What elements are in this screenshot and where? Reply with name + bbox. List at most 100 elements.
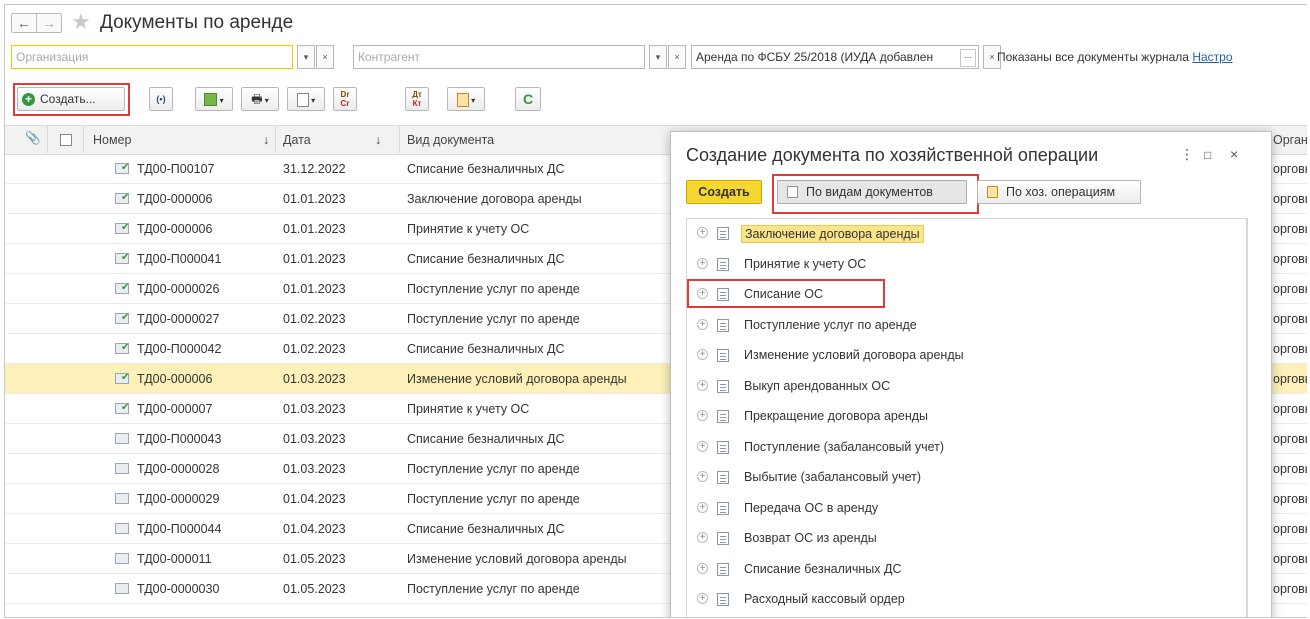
column-document-type[interactable]: Вид документа	[407, 133, 494, 147]
chevron-down-icon: ▾	[308, 96, 316, 105]
chevron-down-icon: ▾	[468, 96, 476, 105]
row-number: ТД00-0000028	[137, 462, 220, 476]
row-organization: орговы	[1273, 312, 1307, 326]
row-date: 01.04.2023	[283, 522, 346, 536]
list-item[interactable]: + Выбытие (забалансовый учет)	[687, 463, 1247, 494]
expand-icon[interactable]: +	[697, 379, 708, 391]
row-number: ТД00-0000029	[137, 492, 220, 506]
maximize-icon[interactable]: □	[1204, 148, 1211, 162]
row-organization: орговы	[1273, 582, 1307, 596]
column-date[interactable]: Дата	[283, 133, 311, 147]
document-icon	[115, 463, 129, 474]
list-item[interactable]: + Принятие к учету ОС	[687, 250, 1247, 281]
list-item[interactable]: + Заключение договора аренды	[687, 219, 1247, 250]
expand-icon[interactable]: +	[697, 593, 708, 604]
reports-button[interactable]: ▾	[287, 87, 325, 111]
create-button[interactable]: + Создать...	[17, 87, 125, 111]
row-number: ТД00-П000043	[137, 432, 222, 446]
expand-icon[interactable]: +	[697, 349, 708, 360]
document-icon	[115, 523, 129, 534]
forward-button[interactable]: →	[36, 13, 62, 33]
row-organization: орговы	[1273, 192, 1307, 206]
dt-kt-button[interactable]: Дт Кт	[405, 87, 429, 111]
lease-type-more-button[interactable]: ...	[960, 49, 976, 67]
list-item[interactable]: + Изменение условий договора аренды	[687, 341, 1247, 372]
row-organization: орговы	[1273, 402, 1307, 416]
expand-icon[interactable]: +	[697, 562, 708, 574]
document-icon	[115, 583, 129, 594]
posted-document-icon	[115, 162, 129, 174]
favorite-star-icon[interactable]: ★	[71, 9, 91, 35]
by-operation-button[interactable]: По хоз. операциям	[977, 180, 1141, 204]
row-document-type: Поступление услуг по аренде	[407, 462, 580, 476]
expand-icon[interactable]: +	[697, 440, 708, 452]
attach-document-button[interactable]: ▾	[447, 87, 485, 111]
by-document-kind-label: По видам документов	[806, 185, 933, 199]
lease-type-field[interactable]: Аренда по ФСБУ 25/2018 (ИУДА добавлен ..…	[691, 45, 979, 69]
counterparty-clear-button[interactable]: ×	[668, 45, 686, 69]
column-organization[interactable]: Органи	[1273, 133, 1307, 147]
more-menu-icon[interactable]: ⋮	[1180, 146, 1194, 163]
row-document-type: Поступление услуг по аренде	[407, 282, 580, 296]
list-item[interactable]: + Списание безналичных ДС	[687, 555, 1247, 586]
list-item-label: Выбытие (забалансовый учет)	[744, 470, 922, 484]
counterparty-placeholder: Контрагент	[358, 50, 421, 64]
dt-ct-button[interactable]: Dr Cr	[333, 87, 357, 111]
posted-document-icon	[115, 282, 129, 294]
list-item[interactable]: + Расходный кассовый ордер	[687, 585, 1247, 616]
exchange-icon[interactable]: (•)	[149, 87, 173, 111]
expand-icon[interactable]: +	[697, 532, 708, 543]
close-icon[interactable]: ×	[1230, 146, 1238, 162]
row-organization: орговы	[1273, 372, 1307, 386]
posted-document-icon	[115, 312, 129, 324]
title-bar: ← → ★ Документы по аренде	[5, 5, 1307, 39]
expand-icon[interactable]: +	[697, 227, 708, 238]
row-document-type: Списание безналичных ДС	[407, 252, 565, 266]
print-button[interactable]: 🖶 ▾	[241, 87, 279, 111]
list-item[interactable]: + Прекращение договора аренды	[687, 402, 1247, 433]
organization-dropdown-button[interactable]: ▾	[297, 45, 315, 69]
organization-clear-button[interactable]: ×	[316, 45, 334, 69]
document-state-column-icon[interactable]	[60, 134, 72, 146]
expand-icon[interactable]: +	[697, 410, 708, 421]
journal-status-text: Показаны все документы журнала	[997, 50, 1189, 64]
by-operation-label: По хоз. операциям	[1006, 185, 1116, 199]
list-item-label: Выкуп арендованных ОС	[744, 378, 891, 393]
dialog-create-button[interactable]: Создать	[686, 180, 762, 204]
row-number: ТД00-000006	[137, 192, 213, 206]
expand-icon[interactable]: +	[697, 318, 708, 330]
list-item[interactable]: + Выкуп арендованных ОС	[687, 372, 1247, 403]
expand-icon[interactable]: +	[697, 501, 708, 513]
row-date: 01.03.2023	[283, 462, 346, 476]
list-item[interactable]: + Возврат ОС из аренды	[687, 524, 1247, 555]
list-item[interactable]: + Передача ОС в аренду	[687, 494, 1247, 525]
related-documents-button[interactable]: ▾	[195, 87, 233, 111]
refresh-icon[interactable]: C	[515, 87, 541, 111]
row-organization: орговы	[1273, 282, 1307, 296]
attachment-column-icon[interactable]: 📎	[25, 131, 41, 146]
list-scrollbar[interactable]	[1246, 218, 1247, 617]
by-document-kind-button[interactable]: По видам документов	[777, 180, 967, 204]
list-item[interactable]: + Поступление (забалансовый учет)	[687, 433, 1247, 464]
column-number[interactable]: Номер	[93, 133, 131, 147]
counterparty-dropdown-button[interactable]: ▾	[649, 45, 667, 69]
row-number: ТД00-000011	[137, 552, 212, 566]
row-number: ТД00-000007	[137, 402, 213, 416]
back-button[interactable]: ←	[11, 13, 37, 33]
document-kind-icon	[717, 501, 729, 515]
expand-icon[interactable]: +	[697, 471, 708, 482]
lease-type-value: Аренда по ФСБУ 25/2018 (ИУДА добавлен	[696, 50, 934, 64]
organization-field[interactable]: Организация	[11, 45, 293, 69]
column-separator	[275, 126, 276, 153]
list-item-label: Прекращение договора аренды	[744, 409, 929, 423]
expand-icon[interactable]: +	[697, 257, 708, 269]
row-organization: орговы	[1273, 552, 1307, 566]
row-document-type: Изменение условий договора аренды	[407, 372, 627, 386]
row-organization: орговы	[1273, 252, 1307, 266]
document-icon	[115, 553, 129, 564]
document-icon	[115, 493, 129, 504]
journal-status: Показаны все документы журнала Настро	[997, 50, 1233, 64]
counterparty-field[interactable]: Контрагент	[353, 45, 645, 69]
list-item[interactable]: + Поступление услуг по аренде	[687, 311, 1247, 342]
settings-link[interactable]: Настро	[1192, 50, 1232, 64]
